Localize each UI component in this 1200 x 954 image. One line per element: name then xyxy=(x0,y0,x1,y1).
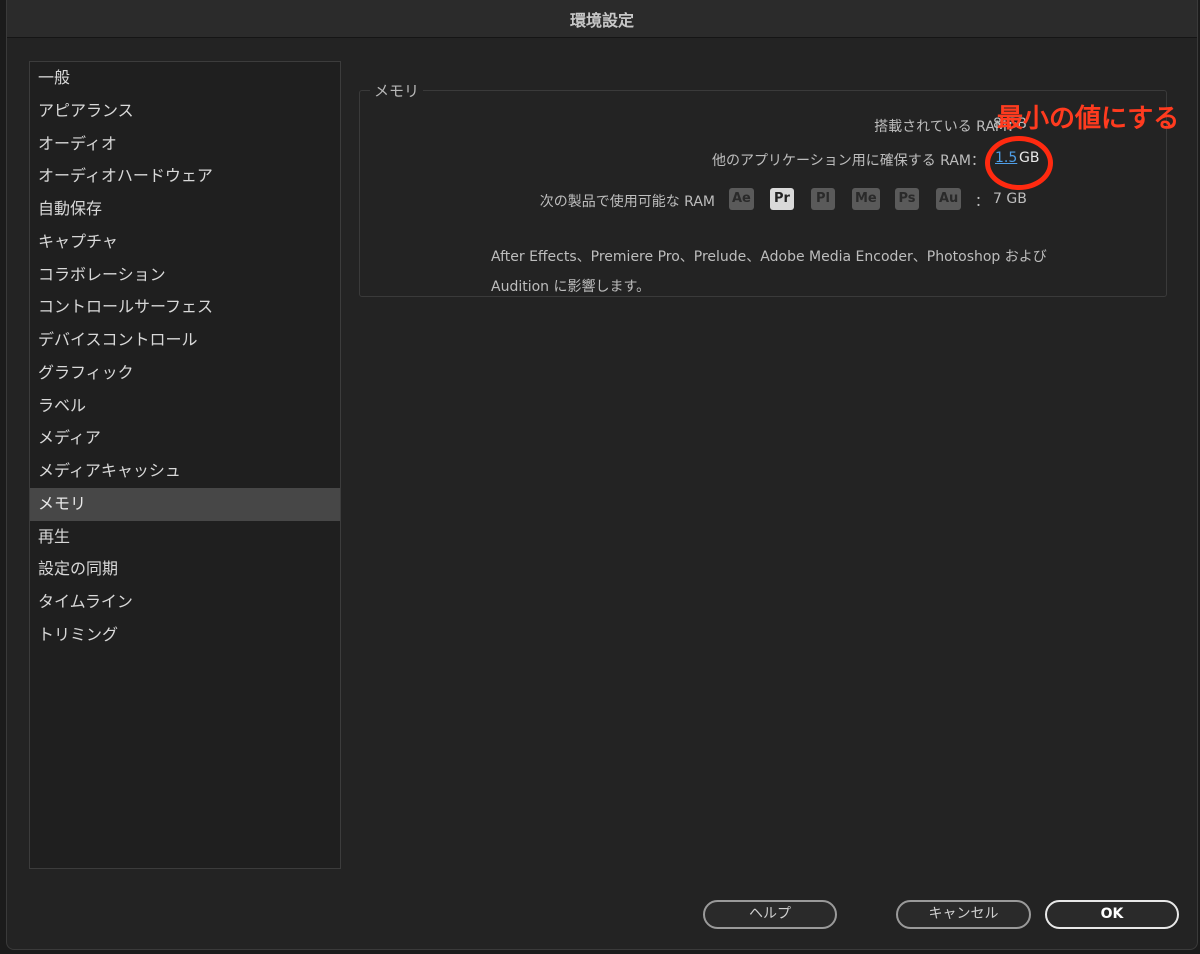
memory-group-title: メモリ xyxy=(370,80,424,101)
window-title: 環境設定 xyxy=(569,10,634,30)
annotation-text: 最小の値にする xyxy=(997,104,1180,134)
sidebar-item-sync-settings[interactable]: 設定の同期 xyxy=(30,553,340,586)
sidebar-item-labels[interactable]: ラベル xyxy=(30,390,340,423)
sidebar-item-general[interactable]: 一般 xyxy=(30,62,340,95)
app-badge-photoshop: Ps xyxy=(895,188,919,210)
sidebar-item-timeline[interactable]: タイムライン xyxy=(30,586,340,619)
sidebar-item-graphics[interactable]: グラフィック xyxy=(30,357,340,390)
app-badge-audition: Au xyxy=(936,188,962,210)
available-ram-separator: ： xyxy=(975,194,989,210)
sidebar-item-control-surface[interactable]: コントロールサーフェス xyxy=(30,291,340,324)
sidebar-item-capture[interactable]: キャプチャ xyxy=(30,226,340,259)
available-ram-value: 7 GB xyxy=(993,191,1027,207)
reserve-ram-label: 他のアプリケーション用に確保する RAM： xyxy=(712,153,985,169)
available-ram-label: 次の製品で使用可能な RAM xyxy=(539,194,715,210)
help-button[interactable]: ヘルプ xyxy=(703,900,837,929)
sidebar-item-audio[interactable]: オーディオ xyxy=(30,128,340,161)
sidebar-item-trim[interactable]: トリミング xyxy=(30,619,340,652)
sidebar-item-media[interactable]: メディア xyxy=(30,422,340,455)
preferences-window: 環境設定 一般 アピアランス オーディオ オーディオハードウェア 自動保存 キャ… xyxy=(6,0,1198,950)
app-badge-prelude: Pl xyxy=(811,188,835,210)
app-badge-premiere-pro: Pr xyxy=(770,188,794,210)
sidebar-item-device-control[interactable]: デバイスコントロール xyxy=(30,324,340,357)
ok-button[interactable]: OK xyxy=(1045,900,1179,929)
annotation-circle xyxy=(985,136,1053,190)
sidebar-item-memory[interactable]: メモリ xyxy=(30,487,340,521)
sidebar-item-appearance[interactable]: アピアランス xyxy=(30,95,340,128)
sidebar-item-auto-save[interactable]: 自動保存 xyxy=(30,193,340,226)
app-badge-after-effects: Ae xyxy=(729,188,754,210)
sidebar-item-media-cache[interactable]: メディアキャッシュ xyxy=(30,455,340,488)
cancel-button[interactable]: キャンセル xyxy=(896,900,1031,929)
memory-description: After Effects、Premiere Pro、Prelude、Adobe… xyxy=(491,242,1061,302)
preferences-category-list[interactable]: 一般 アピアランス オーディオ オーディオハードウェア 自動保存 キャプチャ コ… xyxy=(29,61,341,869)
app-badge-media-encoder: Me xyxy=(852,188,880,210)
sidebar-item-collaboration[interactable]: コラボレーション xyxy=(30,259,340,292)
sidebar-item-audio-hardware[interactable]: オーディオハードウェア xyxy=(30,160,340,193)
sidebar-item-playback[interactable]: 再生 xyxy=(30,521,340,554)
memory-description-line2: Audition に影響します。 xyxy=(491,279,651,295)
title-bar[interactable]: 環境設定 xyxy=(7,0,1197,38)
memory-description-line1: After Effects、Premiere Pro、Prelude、Adobe… xyxy=(491,249,1047,265)
